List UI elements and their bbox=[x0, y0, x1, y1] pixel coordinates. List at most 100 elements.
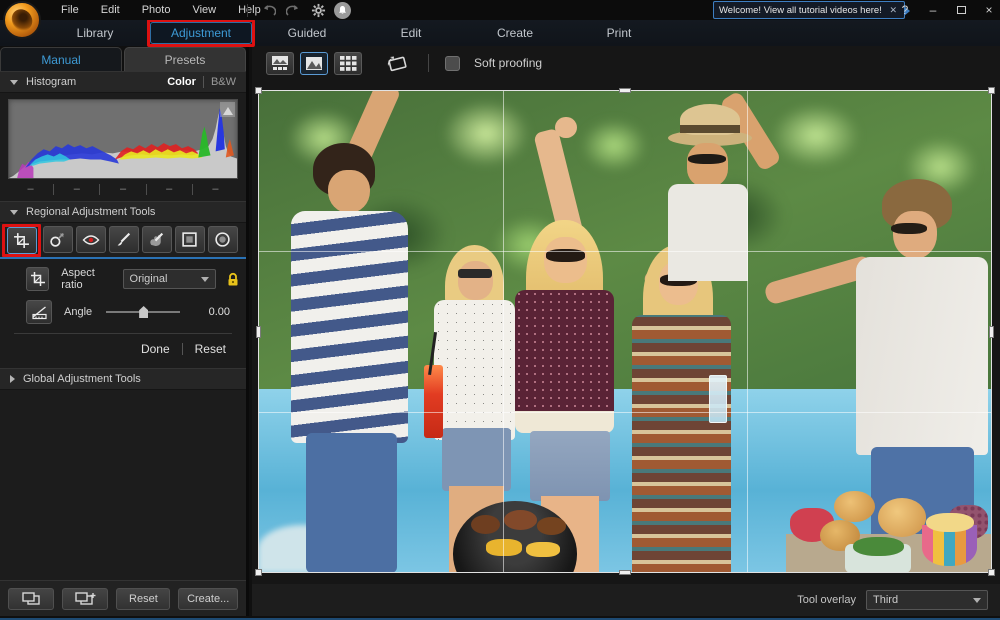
crop-handle-top[interactable] bbox=[619, 88, 631, 93]
crop-handle-top-left[interactable] bbox=[255, 87, 262, 94]
aspect-ratio-dropdown[interactable]: Original bbox=[123, 269, 216, 289]
grill-corn bbox=[526, 542, 560, 557]
viewer-filmstrip-mode-button[interactable] bbox=[266, 52, 294, 75]
tab-presets[interactable]: Presets bbox=[124, 47, 246, 71]
tab-create[interactable]: Create bbox=[463, 22, 567, 44]
global-tools-header[interactable]: Global Adjustment Tools bbox=[0, 368, 246, 390]
person-white-top bbox=[434, 300, 515, 440]
crop-handle-bottom-right[interactable] bbox=[988, 569, 995, 576]
settings-gear-icon[interactable] bbox=[309, 2, 327, 18]
undo-icon[interactable] bbox=[259, 2, 277, 18]
adjustment-annotation-box: Adjustment bbox=[147, 19, 255, 47]
menubar: File Edit Photo View Help bbox=[52, 0, 270, 20]
person-denim-shorts bbox=[530, 431, 611, 501]
menu-view[interactable]: View bbox=[183, 2, 225, 18]
histogram-canvas[interactable] bbox=[8, 99, 238, 179]
chips bbox=[926, 513, 974, 532]
histogram-value-markers: – – – – – bbox=[8, 181, 238, 197]
chevron-down-icon bbox=[201, 277, 209, 282]
tool-overlay-dropdown[interactable]: Third bbox=[866, 590, 988, 610]
lace-trim bbox=[515, 411, 614, 433]
histogram-section-header[interactable]: Histogram Color B&W bbox=[0, 71, 246, 93]
tab-edit[interactable]: Edit bbox=[359, 22, 463, 44]
person-sunglasses bbox=[891, 223, 928, 235]
canvas-footer: Tool overlay Third bbox=[252, 584, 1000, 616]
adjustment-selection-tool-button[interactable] bbox=[142, 226, 172, 253]
chevron-down-icon bbox=[973, 598, 981, 603]
module-navbar: Library Adjustment Guided Edit Create Pr… bbox=[0, 20, 1000, 46]
crop-handle-right[interactable] bbox=[989, 326, 994, 338]
panel-empty-area bbox=[0, 390, 246, 580]
radial-filter-tool-button[interactable] bbox=[208, 226, 238, 253]
module-tabs: Library Adjustment Guided Edit Create Pr… bbox=[43, 22, 671, 44]
menu-file[interactable]: File bbox=[52, 2, 88, 18]
apply-adjustments-button[interactable] bbox=[62, 588, 108, 610]
crop-handle-left[interactable] bbox=[256, 326, 261, 338]
regional-tools-title: Regional Adjustment Tools bbox=[26, 206, 155, 218]
tool-overlay-label: Tool overlay bbox=[797, 594, 856, 606]
gradient-mask-tool-button[interactable] bbox=[175, 226, 205, 253]
crop-handle-bottom-left[interactable] bbox=[255, 569, 262, 576]
tab-library[interactable]: Library bbox=[43, 22, 147, 44]
close-button[interactable]: × bbox=[982, 3, 996, 17]
histogram-title: Histogram bbox=[26, 76, 76, 88]
viewer-mode-button[interactable] bbox=[300, 52, 328, 75]
photo-party-scene[interactable] bbox=[258, 90, 992, 573]
red-eye-tool-button[interactable] bbox=[76, 226, 106, 253]
redo-icon[interactable] bbox=[284, 2, 302, 18]
panel-footer: Reset Create... bbox=[0, 580, 246, 616]
tab-adjustment[interactable]: Adjustment bbox=[150, 22, 252, 44]
crop-reset-button[interactable]: Reset bbox=[195, 342, 226, 356]
marker: – bbox=[147, 183, 192, 195]
foliage-highlight bbox=[581, 119, 647, 172]
tool-overlay-value: Third bbox=[873, 594, 898, 606]
create-preset-button[interactable]: Create... bbox=[178, 588, 238, 610]
crop-tool-button[interactable] bbox=[7, 227, 37, 254]
bread-roll bbox=[834, 491, 874, 522]
person-denim-shorts bbox=[442, 428, 512, 491]
tab-guided[interactable]: Guided bbox=[255, 22, 359, 44]
grid-mode-button[interactable] bbox=[334, 52, 362, 75]
title-menu-bar: File Edit Photo View Help bbox=[0, 0, 1000, 20]
minimize-button[interactable]: – bbox=[926, 3, 940, 17]
notifications-bell-icon[interactable] bbox=[334, 2, 351, 19]
crop-region-button[interactable] bbox=[26, 267, 49, 291]
window-controls: ? – × bbox=[898, 0, 996, 20]
reset-button[interactable]: Reset bbox=[116, 588, 170, 610]
adjustment-brush-tool-button[interactable] bbox=[109, 226, 139, 253]
person-jeans bbox=[306, 433, 398, 573]
salad-greens bbox=[853, 537, 904, 556]
person-face bbox=[893, 211, 937, 259]
fedora-band bbox=[680, 125, 740, 134]
slider-thumb[interactable] bbox=[139, 306, 148, 318]
bread-roll bbox=[878, 498, 926, 537]
help-button[interactable]: ? bbox=[898, 3, 912, 17]
straighten-tool-button[interactable] bbox=[26, 300, 52, 324]
crop-handle-top-right[interactable] bbox=[988, 87, 995, 94]
maximize-button[interactable] bbox=[954, 3, 968, 17]
divider bbox=[182, 343, 183, 355]
done-button[interactable]: Done bbox=[141, 342, 170, 356]
regional-tools-header[interactable]: Regional Adjustment Tools bbox=[0, 201, 246, 223]
menu-photo[interactable]: Photo bbox=[133, 2, 180, 18]
angle-slider[interactable] bbox=[106, 306, 180, 318]
marker: – bbox=[8, 183, 53, 195]
maximize-icon bbox=[957, 6, 966, 14]
expand-arrow-icon bbox=[10, 375, 15, 383]
histogram-bw-toggle[interactable]: B&W bbox=[211, 76, 236, 88]
tutorial-notification[interactable]: Welcome! View all tutorial videos here! … bbox=[713, 1, 905, 19]
highlight-clipping-icon[interactable] bbox=[220, 102, 235, 117]
divider bbox=[428, 54, 429, 72]
menu-edit[interactable]: Edit bbox=[92, 2, 129, 18]
soft-proofing-checkbox[interactable] bbox=[445, 56, 460, 71]
histogram-color-toggle[interactable]: Color bbox=[167, 76, 196, 88]
aspect-lock-icon[interactable] bbox=[226, 272, 240, 287]
tab-print[interactable]: Print bbox=[567, 22, 671, 44]
copy-adjustments-button[interactable] bbox=[8, 588, 54, 610]
spot-removal-tool-button[interactable] bbox=[43, 226, 73, 253]
rotate-photo-button[interactable] bbox=[382, 51, 412, 75]
foliage-highlight bbox=[442, 100, 530, 168]
tab-manual[interactable]: Manual bbox=[0, 47, 122, 71]
crop-handle-bottom[interactable] bbox=[619, 570, 631, 575]
aspect-ratio-value: Original bbox=[130, 273, 168, 285]
